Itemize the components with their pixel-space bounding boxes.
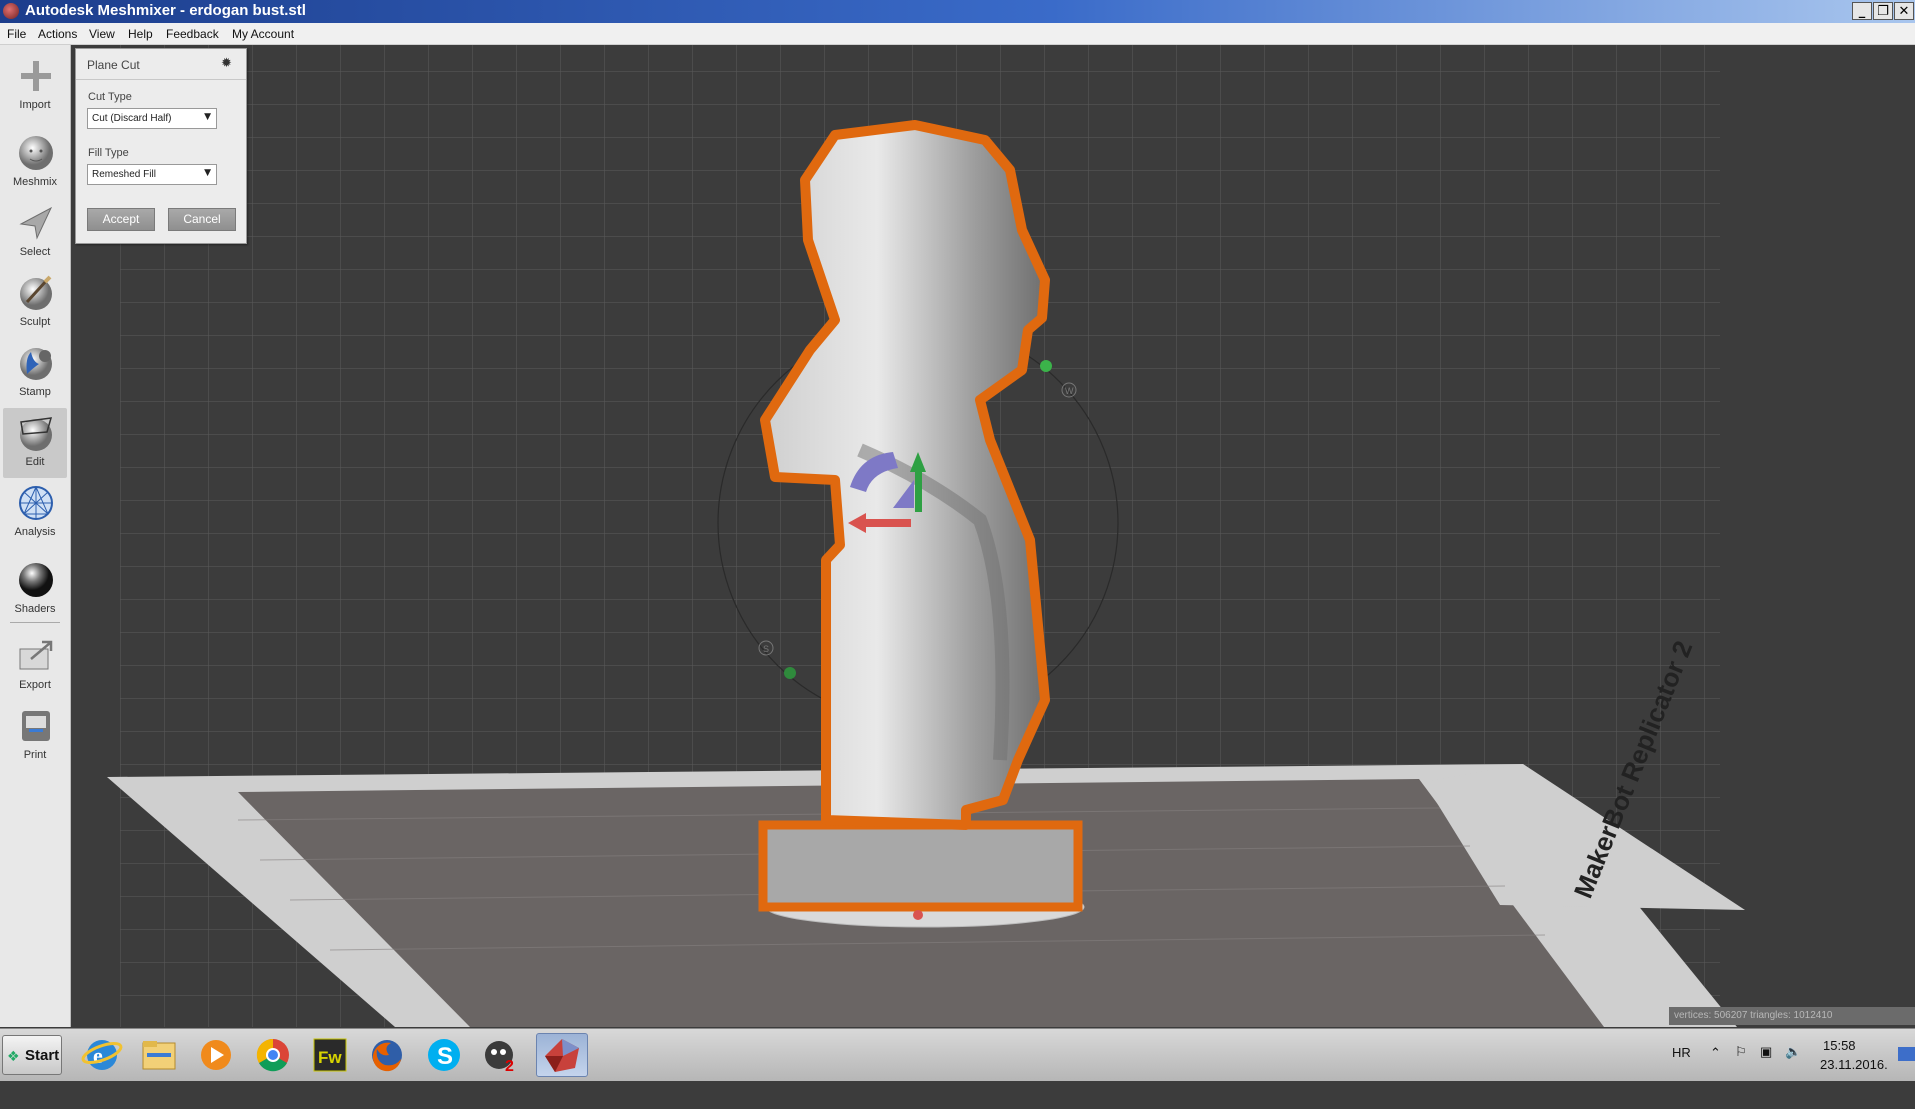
tool-label: Sculpt <box>19 316 51 328</box>
viewport-scene: MakerBot Replicator 2 W S <box>71 45 1915 1027</box>
gizmo-s-label: S <box>763 644 769 654</box>
gizmo-x-axis[interactable] <box>863 519 911 527</box>
menu-my-account[interactable]: My Account <box>232 27 294 41</box>
tool-label: Print <box>23 749 47 761</box>
tray-expand-icon[interactable]: ⌃ <box>1710 1045 1721 1097</box>
edit-icon <box>20 417 53 451</box>
cut-type-select[interactable]: Cut (Discard Half) ▼ <box>87 108 217 129</box>
skype-icon[interactable]: S <box>418 1033 470 1077</box>
import-icon <box>21 61 51 91</box>
media-player-icon[interactable] <box>190 1033 242 1077</box>
export-icon <box>19 640 53 670</box>
close-button[interactable]: ✕ <box>1894 2 1914 20</box>
menu-file[interactable]: File <box>7 27 26 41</box>
action-center-flag-icon[interactable]: ⚐ <box>1735 1044 1747 1096</box>
panel-header: Plane Cut ✹ <box>76 49 246 80</box>
panel-title: Plane Cut <box>87 58 140 72</box>
fill-type-select[interactable]: Remeshed Fill ▼ <box>87 164 217 185</box>
tool-label: Select <box>19 246 51 258</box>
tool-select[interactable]: Select <box>3 198 67 268</box>
tool-shaders[interactable]: Shaders <box>3 555 67 625</box>
gizmo-origin-handle[interactable] <box>913 910 923 920</box>
gizmo-y-axis[interactable] <box>915 470 922 512</box>
gear-icon[interactable]: ✹ <box>221 56 232 71</box>
cut-type-value: Cut (Discard Half) <box>92 113 172 124</box>
maximize-button[interactable]: ❐ <box>1873 2 1893 20</box>
file-explorer-icon[interactable] <box>133 1033 185 1077</box>
gimp-icon[interactable]: 2 <box>475 1033 527 1077</box>
menu-actions[interactable]: Actions <box>38 27 77 41</box>
tool-label: Edit <box>25 456 45 468</box>
menu-bar: File Actions View Help Feedback My Accou… <box>0 23 1915 45</box>
window-title: Autodesk Meshmixer - erdogan bust.stl <box>25 2 306 19</box>
menu-view[interactable]: View <box>89 27 115 41</box>
start-button[interactable]: ❖ Start <box>2 1035 62 1075</box>
show-desktop-button[interactable] <box>1898 1047 1915 1061</box>
tool-label: Export <box>19 679 51 691</box>
minimize-button[interactable]: _ <box>1852 2 1872 20</box>
tool-stamp[interactable]: Stamp <box>3 338 67 408</box>
accept-button[interactable]: Accept <box>87 208 155 231</box>
gizmo-green-handle[interactable] <box>1040 360 1052 372</box>
tool-label: Shaders <box>14 603 56 615</box>
start-label: Start <box>25 1047 60 1064</box>
chevron-down-icon: ▼ <box>204 168 211 178</box>
title-bar: Autodesk Meshmixer - erdogan bust.stl _ … <box>0 0 1915 23</box>
menu-feedback[interactable]: Feedback <box>166 27 219 41</box>
bust-base <box>758 820 1083 912</box>
tool-divider <box>10 622 60 623</box>
svg-text:Fw: Fw <box>318 1048 342 1067</box>
firefox-icon[interactable] <box>361 1033 413 1077</box>
gizmo-green-handle-lower[interactable] <box>784 667 796 679</box>
tool-label: Analysis <box>14 526 56 538</box>
gizmo-w-label: W <box>1065 386 1074 396</box>
svg-text:S: S <box>437 1043 453 1070</box>
meshmixer-app-icon <box>3 3 19 19</box>
sculpt-icon <box>20 275 52 310</box>
taskbar: ❖ Start e Fw S 2 HR ⌃ ⚐ ▣ 🔈 15:58 23.11.… <box>0 1028 1915 1081</box>
menu-help[interactable]: Help <box>128 27 153 41</box>
windows-flag-icon: ❖ <box>7 1049 20 1065</box>
network-icon[interactable]: ▣ <box>1760 1044 1772 1096</box>
meshmix-icon <box>19 136 53 170</box>
stamp-icon <box>20 348 52 380</box>
chevron-down-icon: ▼ <box>204 112 211 122</box>
internet-explorer-icon[interactable]: e <box>76 1033 128 1077</box>
volume-icon[interactable]: 🔈 <box>1785 1044 1801 1096</box>
analysis-icon <box>19 485 53 520</box>
tool-edit[interactable]: Edit <box>3 408 67 478</box>
tool-analysis[interactable]: Analysis <box>3 478 67 548</box>
cancel-button[interactable]: Cancel <box>168 208 236 231</box>
chrome-icon[interactable] <box>247 1033 299 1077</box>
tool-label: Meshmix <box>12 176 57 188</box>
tool-sidebar: Import Meshmix Select Sculpt Stamp Edit … <box>0 45 71 1027</box>
meshmixer-icon[interactable] <box>536 1033 588 1077</box>
tool-print[interactable]: Print <box>3 701 67 771</box>
select-icon <box>19 206 53 240</box>
clock-date[interactable]: 23.11.2016. <box>1820 1057 1888 1109</box>
language-indicator[interactable]: HR <box>1672 1045 1691 1097</box>
tool-export[interactable]: Export <box>3 631 67 701</box>
tool-sculpt[interactable]: Sculpt <box>3 268 67 338</box>
plane-cut-panel: Plane Cut ✹ Cut Type Cut (Discard Half) … <box>75 48 247 244</box>
tool-label: Stamp <box>19 386 51 398</box>
tool-import[interactable]: Import <box>3 51 67 121</box>
fill-type-value: Remeshed Fill <box>92 169 156 180</box>
mesh-stats: vertices: 506207 triangles: 1012410 <box>1669 1007 1915 1025</box>
print-icon <box>22 711 50 741</box>
svg-text:2: 2 <box>505 1058 514 1075</box>
fill-type-label: Fill Type <box>88 147 129 159</box>
shaders-icon <box>19 563 53 597</box>
tool-label: Import <box>19 99 51 111</box>
3d-viewport[interactable]: MakerBot Replicator 2 W S <box>71 45 1915 1027</box>
fireworks-icon[interactable]: Fw <box>304 1033 356 1077</box>
cut-type-label: Cut Type <box>88 91 132 103</box>
tool-meshmix[interactable]: Meshmix <box>3 128 67 198</box>
